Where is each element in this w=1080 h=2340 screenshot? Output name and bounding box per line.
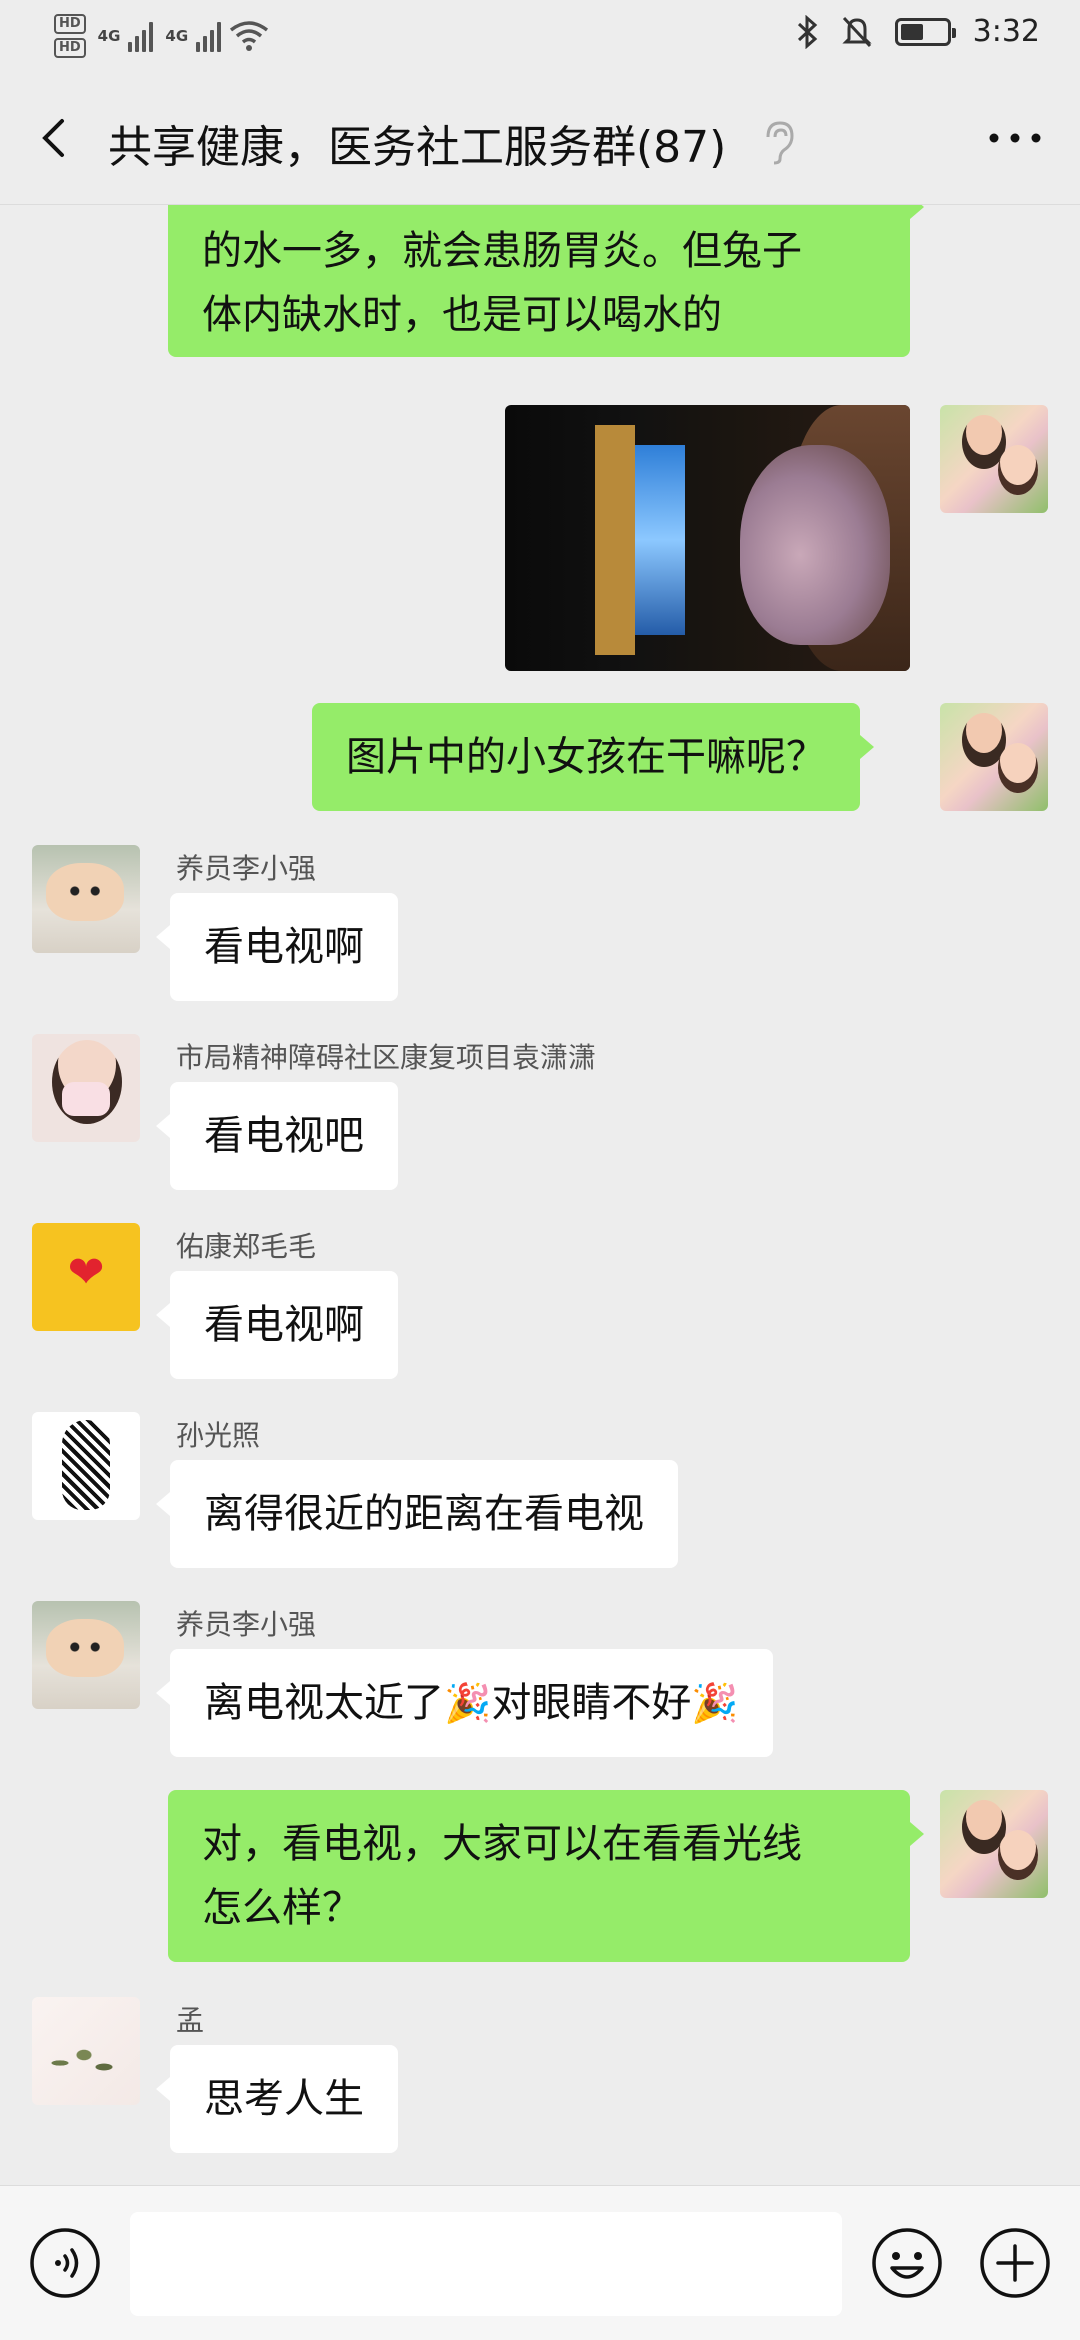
message-text: 图片中的小女孩在干嘛呢？ [346, 734, 826, 780]
status-left: HD HD 4G 4G [54, 14, 269, 58]
status-bar: HD HD 4G 4G 3:32 [0, 0, 1080, 75]
party-popper-icon: 🎉 [444, 1681, 492, 1725]
sender-name: 养员李小强 [176, 852, 317, 885]
avatar[interactable] [32, 1034, 140, 1142]
message-text: 体内缺水时，也是可以喝水的 [202, 292, 722, 338]
signal-icon [128, 20, 154, 52]
sender-name: 孙光照 [176, 1419, 261, 1452]
avatar[interactable] [940, 1790, 1048, 1898]
emoji-icon[interactable] [870, 2226, 944, 2300]
wifi-icon [230, 21, 269, 51]
avatar[interactable] [32, 1223, 140, 1331]
signal-icon [196, 20, 222, 52]
message-bubble-incoming[interactable]: 看电视啊 [156, 893, 398, 1001]
message-bubble-incoming[interactable]: 离得很近的距离在看电视 [156, 1460, 678, 1568]
avatar[interactable] [32, 1601, 140, 1709]
message-text: 看电视啊 [204, 924, 364, 970]
message-text: 离电视太近了 [204, 1680, 444, 1726]
message-text: 对眼睛不好 [491, 1680, 692, 1726]
network-type-2: 4G [165, 27, 189, 45]
message-bubble-outgoing[interactable]: 对，看电视，大家可以在看看光线 怎么样？ [168, 1790, 924, 1962]
message-bubble-incoming[interactable]: 看电视啊 [156, 1271, 398, 1379]
message-text: 怎么样？ [202, 1885, 362, 1931]
message-bubble-outgoing[interactable]: 的水一多，就会患肠胃炎。但兔子 体内缺水时，也是可以喝水的 [168, 205, 924, 357]
chat-title: 共享健康，医务社工服务群(87) [108, 122, 727, 173]
message-bubble-outgoing[interactable]: 图片中的小女孩在干嘛呢？ [312, 703, 874, 811]
more-icon[interactable] [980, 113, 1050, 163]
hd-badge-2: HD [54, 38, 86, 58]
sender-name: 佑康郑毛毛 [176, 1230, 317, 1263]
back-icon[interactable] [30, 113, 80, 163]
message-bubble-incoming[interactable]: 离电视太近了🎉对眼睛不好🎉 [156, 1649, 773, 1757]
voice-icon[interactable] [28, 2226, 102, 2300]
ear-icon [766, 121, 794, 165]
hd-badge-1: HD [54, 14, 86, 34]
message-text: 思考人生 [204, 2076, 364, 2122]
avatar[interactable] [32, 845, 140, 953]
message-text: 看电视啊 [204, 1302, 364, 1348]
message-text: 的水一多，就会患肠胃炎。但兔子 [202, 228, 802, 274]
message-text: 离得很近的距离在看电视 [204, 1491, 644, 1537]
status-right: 3:32 [795, 14, 1040, 49]
battery-icon [894, 17, 956, 46]
hd-indicators: HD HD [54, 14, 86, 58]
message-list[interactable]: 的水一多，就会患肠胃炎。但兔子 体内缺水时，也是可以喝水的 图片中的小女孩在干嘛… [0, 205, 1080, 2185]
message-bubble-incoming[interactable]: 看电视吧 [156, 1082, 398, 1190]
mute-bell-icon [842, 16, 872, 47]
image-message[interactable] [505, 405, 910, 671]
avatar[interactable] [32, 1997, 140, 2105]
input-bar [0, 2185, 1080, 2340]
avatar[interactable] [32, 1412, 140, 1520]
chat-header: 共享健康，医务社工服务群(87) [0, 75, 1080, 205]
clock: 3:32 [972, 14, 1040, 49]
sender-name: 孟 [176, 2004, 205, 2037]
message-text: 对，看电视，大家可以在看看光线 [202, 1821, 802, 1867]
party-popper-icon: 🎉 [691, 1681, 739, 1725]
message-input[interactable] [130, 2212, 842, 2316]
avatar[interactable] [940, 703, 1048, 811]
sender-name: 市局精神障碍社区康复项目袁潇潇 [176, 1041, 597, 1074]
plus-icon[interactable] [978, 2226, 1052, 2300]
network-type-1: 4G [97, 27, 121, 45]
message-text: 看电视吧 [204, 1113, 364, 1159]
message-bubble-incoming[interactable]: 思考人生 [156, 2045, 398, 2153]
bluetooth-icon [797, 14, 817, 49]
sender-name: 养员李小强 [176, 1608, 317, 1641]
avatar[interactable] [940, 405, 1048, 513]
